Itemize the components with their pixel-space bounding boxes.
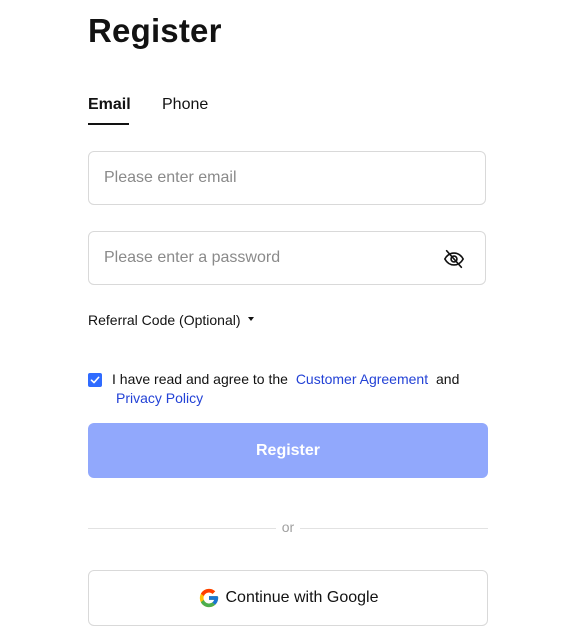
referral-code-label: Referral Code (Optional)	[88, 312, 241, 328]
agreement-checkbox[interactable]	[88, 373, 102, 387]
email-input[interactable]	[104, 152, 434, 204]
password-field-container	[88, 231, 486, 285]
customer-agreement-link[interactable]: Customer Agreement	[296, 371, 428, 387]
tab-phone[interactable]: Phone	[162, 96, 208, 114]
active-tab-indicator	[88, 123, 129, 125]
register-page: Register Email Phone Referral Code (Opti…	[0, 0, 561, 642]
google-button-label: Continue with Google	[225, 589, 379, 606]
divider-line-left	[88, 528, 276, 529]
caret-down-icon	[247, 317, 254, 322]
register-button[interactable]: Register	[88, 423, 488, 478]
referral-code-toggle[interactable]: Referral Code (Optional)	[88, 312, 254, 328]
agreement-text-between: and	[436, 371, 460, 387]
privacy-policy-link[interactable]: Privacy Policy	[116, 389, 482, 408]
checkmark-icon	[90, 376, 100, 384]
agreement-text: I have read and agree to the Customer Ag…	[112, 370, 482, 408]
agreement-text-before: I have read and agree to the	[112, 371, 288, 387]
google-icon	[199, 588, 218, 608]
password-input[interactable]	[104, 232, 434, 284]
eye-off-icon[interactable]	[443, 248, 465, 270]
email-field-container	[88, 151, 486, 205]
page-title: Register	[88, 12, 222, 49]
continue-with-google-button[interactable]: Continue with Google	[88, 570, 488, 626]
divider-line-right	[300, 528, 488, 529]
divider-or: or	[281, 519, 295, 535]
tab-email[interactable]: Email	[88, 96, 131, 114]
